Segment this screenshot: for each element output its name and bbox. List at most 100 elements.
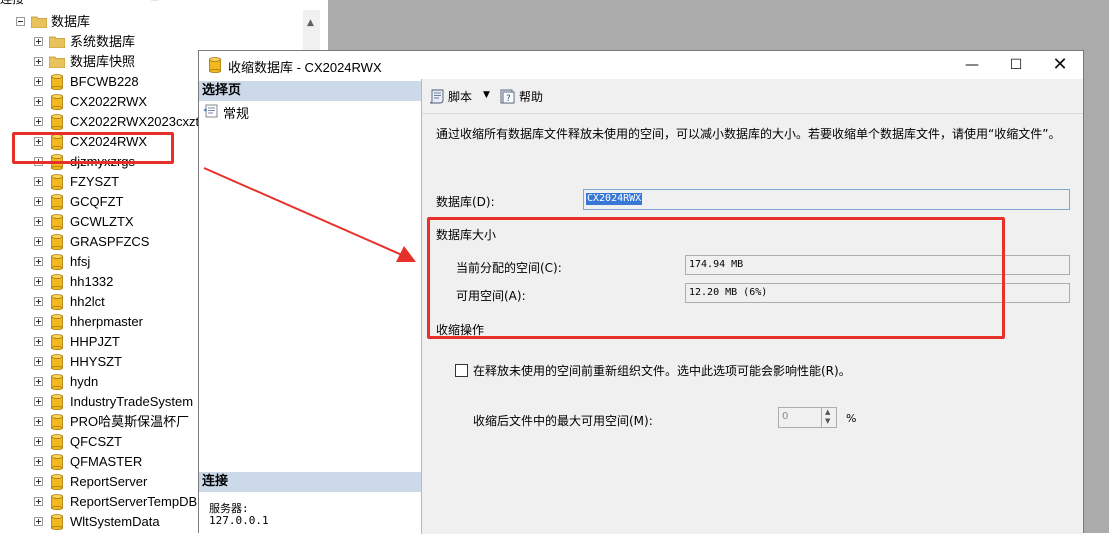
stop-icon[interactable]: ▪ [107,0,119,2]
expand-icon[interactable] [34,477,43,486]
expand-icon[interactable] [34,377,43,386]
database-icon [51,354,63,370]
tree-label: HHPJZT [70,334,120,349]
help-label: 帮助 [519,90,544,104]
database-icon [51,214,63,230]
spin-down-icon[interactable]: ▼ [825,418,830,425]
scroll-up-icon[interactable]: ▲ [307,18,314,28]
dialog-toolbar: 脚本 ▼ ? 帮助 [422,79,1083,114]
reorganize-checkbox[interactable] [455,364,468,377]
allocated-space-field: 174.94 MB [685,255,1070,275]
tree-label: 系统数据库 [70,34,136,49]
dialog-titlebar[interactable]: 收缩数据库 - CX2024RWX — ☐ ✕ [199,51,1083,79]
database-icon [51,314,63,330]
expand-icon[interactable] [34,297,43,306]
expand-icon[interactable] [34,397,43,406]
close-button[interactable]: ✕ [1037,51,1083,79]
folder-icon [49,36,65,48]
database-label: 数据库(D): [436,195,495,209]
expand-icon[interactable] [34,517,43,526]
folder-icon [49,56,65,68]
connect-icon[interactable]: ✚ [38,0,50,2]
select-page-header: 选择页 [199,81,421,101]
help-icon: ? [500,89,515,104]
connect-button[interactable]: 连接 [0,0,24,7]
tree-label: GRASPFZCS [70,234,150,249]
database-icon [51,74,63,90]
available-space-label: 可用空间(A): [456,289,526,303]
expand-icon[interactable] [34,177,43,186]
expand-icon[interactable] [34,57,43,66]
expand-icon[interactable] [34,237,43,246]
tree-label: GCQFZT [70,194,124,209]
tree-label: hydn [70,374,99,389]
database-field[interactable]: CX2024RWX [583,189,1070,210]
expand-icon[interactable] [34,197,43,206]
database-icon [51,254,63,270]
tree-label: IndustryTradeSystem [70,394,194,409]
expand-icon[interactable] [34,437,43,446]
expand-icon[interactable] [34,317,43,326]
expand-icon[interactable] [34,337,43,346]
tree-label: CX2022RWX [70,94,148,109]
expand-icon[interactable] [34,157,43,166]
tree-label: djzmyxzrgs [70,154,136,169]
description-text: 通过收缩所有数据库文件释放未使用的空间，可以减小数据库的大小。若要收缩单个数据库… [436,127,1061,141]
folder-icon [31,16,47,28]
tree-node-databases[interactable]: 数据库 [0,12,320,32]
tree-label: QFCSZT [70,434,122,449]
tree-label: ReportServerTempDB [70,494,198,509]
database-icon [51,274,63,290]
disconnect-icon[interactable]: ✖ [58,0,70,2]
script-dropdown-icon[interactable]: ▼ [483,90,490,100]
database-icon [51,234,63,250]
filter-icon[interactable]: ▪ [86,0,98,2]
expand-icon[interactable] [34,417,43,426]
expand-icon[interactable] [34,97,43,106]
expand-icon[interactable] [34,117,43,126]
page-selector-pane: 选择页 常规 连接 服务器: 127.0.0.1 [199,79,422,534]
expand-icon[interactable] [34,217,43,226]
expand-icon[interactable] [34,457,43,466]
tree-label: ReportServer [70,474,148,489]
expand-icon[interactable] [34,137,43,146]
database-icon [51,474,63,490]
page-icon [203,104,219,118]
database-icon [51,494,63,510]
database-icon [51,134,63,150]
database-size-heading: 数据库大小 [436,228,497,242]
expand-icon[interactable] [34,37,43,46]
tree-node-folder[interactable]: 系统数据库 [0,32,320,52]
max-free-space-spinner[interactable]: 0 ▲ ▼ [778,407,837,428]
database-icon [51,454,63,470]
expand-icon[interactable] [34,257,43,266]
spinner-buttons[interactable]: ▲ ▼ [821,408,836,427]
expand-icon[interactable] [34,357,43,366]
tree-label: CX2022RWX2023cxzt [70,114,200,129]
shrink-action-heading: 收缩操作 [436,323,485,337]
available-space-field: 12.20 MB (6%) [685,283,1070,303]
script-label: 脚本 [448,90,473,104]
reorganize-label[interactable]: 在释放未使用的空间前重新组织文件。选中此选项可能会影响性能(R)。 [473,362,851,379]
database-value: CX2024RWX [586,193,643,205]
database-icon [51,294,63,310]
maximize-button[interactable]: ☐ [993,51,1039,79]
expand-icon[interactable] [34,77,43,86]
tree-label: hfsj [70,254,91,269]
page-item-general[interactable]: 常规 [201,103,351,122]
refresh-icon[interactable]: ↻ [128,0,140,2]
tree-label: hherpmaster [70,314,143,329]
expand-icon[interactable] [34,277,43,286]
server-value: 127.0.0.1 [209,514,269,527]
dialog-title: 收缩数据库 - CX2024RWX [228,60,382,75]
database-icon [51,374,63,390]
tree-label: FZYSZT [70,174,120,189]
tree-label: CX2024RWX [70,134,148,149]
collapse-icon[interactable] [16,17,25,26]
activity-monitor-icon[interactable]: ▣ [150,0,162,2]
connection-header: 连接 [199,472,421,492]
minimize-button[interactable]: — [949,51,995,79]
spin-up-icon[interactable]: ▲ [825,409,830,416]
database-icon [51,514,63,530]
expand-icon[interactable] [34,497,43,506]
